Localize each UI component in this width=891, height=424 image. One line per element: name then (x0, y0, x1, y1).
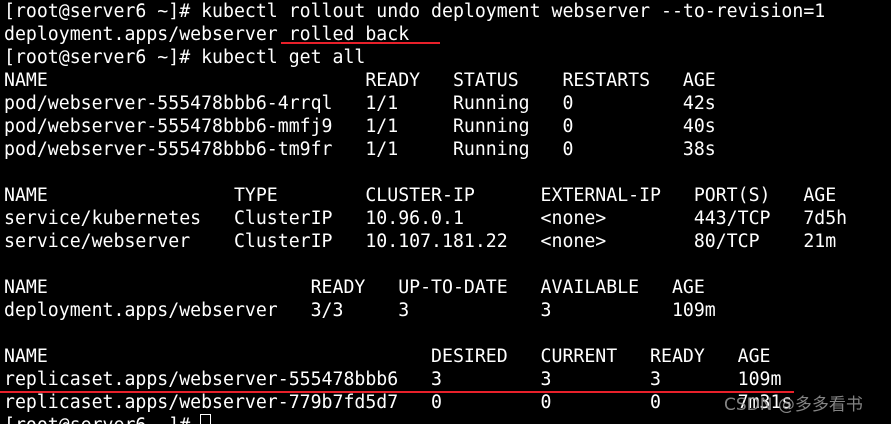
deployment-row: deployment.apps/webserver 3/3 3 3 109m (4, 300, 716, 321)
replicasets-table-header: NAME DESIRED CURRENT READY AGE (4, 346, 771, 367)
replicaset-row: replicaset.apps/webserver-779b7fd5d7 0 0… (4, 392, 793, 413)
pod-row: pod/webserver-555478bbb6-4rrql 1/1 Runni… (4, 93, 716, 114)
deployments-table-header: NAME READY UP-TO-DATE AVAILABLE AGE (4, 277, 705, 298)
pod-row: pod/webserver-555478bbb6-mmfj9 1/1 Runni… (4, 116, 716, 137)
pods-table-header: NAME READY STATUS RESTARTS AGE (4, 70, 716, 91)
prompt-get-all-command: [root@server6 ~]# kubectl get all (4, 47, 366, 68)
rolled-back-underline (281, 42, 440, 44)
watermark: CSDN @多多看书 (724, 395, 863, 415)
prompt-rollout-undo-command: [root@server6 ~]# kubectl rollout undo d… (4, 1, 826, 22)
service-row: service/kubernetes ClusterIP 10.96.0.1 <… (4, 208, 848, 229)
terminal-window[interactable]: [root@server6 ~]# kubectl rollout undo d… (0, 0, 891, 424)
pod-row: pod/webserver-555478bbb6-tm9fr 1/1 Runni… (4, 139, 716, 160)
services-table-header: NAME TYPE CLUSTER-IP EXTERNAL-IP PORT(S)… (4, 185, 837, 206)
text-cursor[interactable] (200, 414, 211, 424)
current-prompt: [root@server6 ~]# (4, 414, 201, 424)
replicaset-row: replicaset.apps/webserver-555478bbb6 3 3… (4, 369, 782, 390)
service-row: service/webserver ClusterIP 10.107.181.2… (4, 231, 837, 252)
